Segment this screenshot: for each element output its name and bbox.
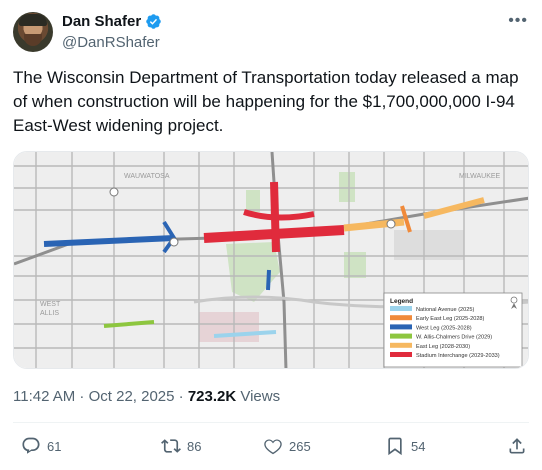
legend-item-label: W. Allis-Chalmers Drive (2029): [416, 335, 492, 341]
heart-icon: [264, 439, 282, 455]
action-bar: 61 86 265 54: [13, 436, 529, 460]
more-options-icon[interactable]: •••: [508, 12, 528, 30]
highway-shield-icon: [386, 219, 396, 229]
place-label-west-allis: WEST: [40, 301, 61, 308]
west-leg-segment: [266, 269, 271, 291]
views-label: Views: [236, 388, 281, 405]
avatar[interactable]: [13, 12, 53, 52]
reply-icon: [22, 437, 40, 454]
legend-item-label: West Leg (2025-2028): [416, 325, 472, 331]
author-name-row[interactable]: Dan Shafer: [62, 13, 162, 30]
legend-item-label: National Avenue (2025): [416, 307, 474, 313]
tweet-timestamp[interactable]: 11:42 AM · Oct 22, 2025 ·: [13, 388, 188, 405]
divider: [13, 422, 529, 423]
like-count: 265: [289, 438, 311, 454]
reply-count: 61: [47, 438, 62, 454]
verified-badge-icon: [146, 14, 161, 29]
legend-swatch: [390, 333, 412, 339]
legend-swatch: [390, 352, 412, 357]
highway-shield-icon: [169, 237, 179, 247]
park-area: [246, 190, 260, 212]
like-button[interactable]: 265: [263, 436, 311, 456]
tweet-text: The Wisconsin Department of Transportati…: [13, 68, 519, 135]
view-count: 723.2K: [187, 388, 237, 405]
place-label-milwaukee: MILWAUKEE: [459, 173, 501, 180]
repost-count: 86: [187, 438, 202, 454]
bookmark-button[interactable]: 54: [385, 436, 425, 456]
author-handle[interactable]: @DanRShafer: [62, 34, 160, 51]
tweet-image-map[interactable]: WAUWATOSA MILWAUKEE WEST ALLIS Legend Na…: [13, 151, 529, 369]
place-label-wauwatosa: WAUWATOSA: [124, 173, 170, 180]
map-legend: Legend National Avenue (2025) Early East …: [383, 292, 523, 368]
share-icon: [509, 438, 525, 454]
legend-item-label: Early East Leg (2025-2028): [416, 316, 485, 322]
legend-title: Legend: [390, 298, 413, 305]
place-label-west-allis: ALLIS: [40, 310, 59, 317]
legend-swatch: [390, 315, 412, 321]
cemetery-area: [199, 312, 259, 342]
legend-item-label: Stadium Interchange (2029-2033): [416, 353, 500, 359]
share-button[interactable]: [507, 436, 527, 456]
legend-swatch: [390, 324, 412, 330]
legend-swatch: [390, 342, 412, 348]
legend-item-label: East Leg (2028-2030): [416, 344, 470, 350]
repost-icon: [161, 439, 181, 453]
bookmark-icon: [388, 437, 402, 456]
repost-button[interactable]: 86: [161, 436, 201, 456]
park-area: [339, 172, 355, 202]
bookmark-count: 54: [411, 438, 426, 454]
reply-button[interactable]: 61: [21, 436, 61, 456]
tweet-meta: 11:42 AM · Oct 22, 2025 · 723.2K Views: [13, 388, 280, 405]
construction-map: WAUWATOSA MILWAUKEE WEST ALLIS Legend Na…: [14, 152, 528, 368]
display-name[interactable]: Dan Shafer: [62, 13, 141, 30]
legend-swatch: [390, 306, 412, 311]
highway-shield-icon: [109, 187, 119, 197]
